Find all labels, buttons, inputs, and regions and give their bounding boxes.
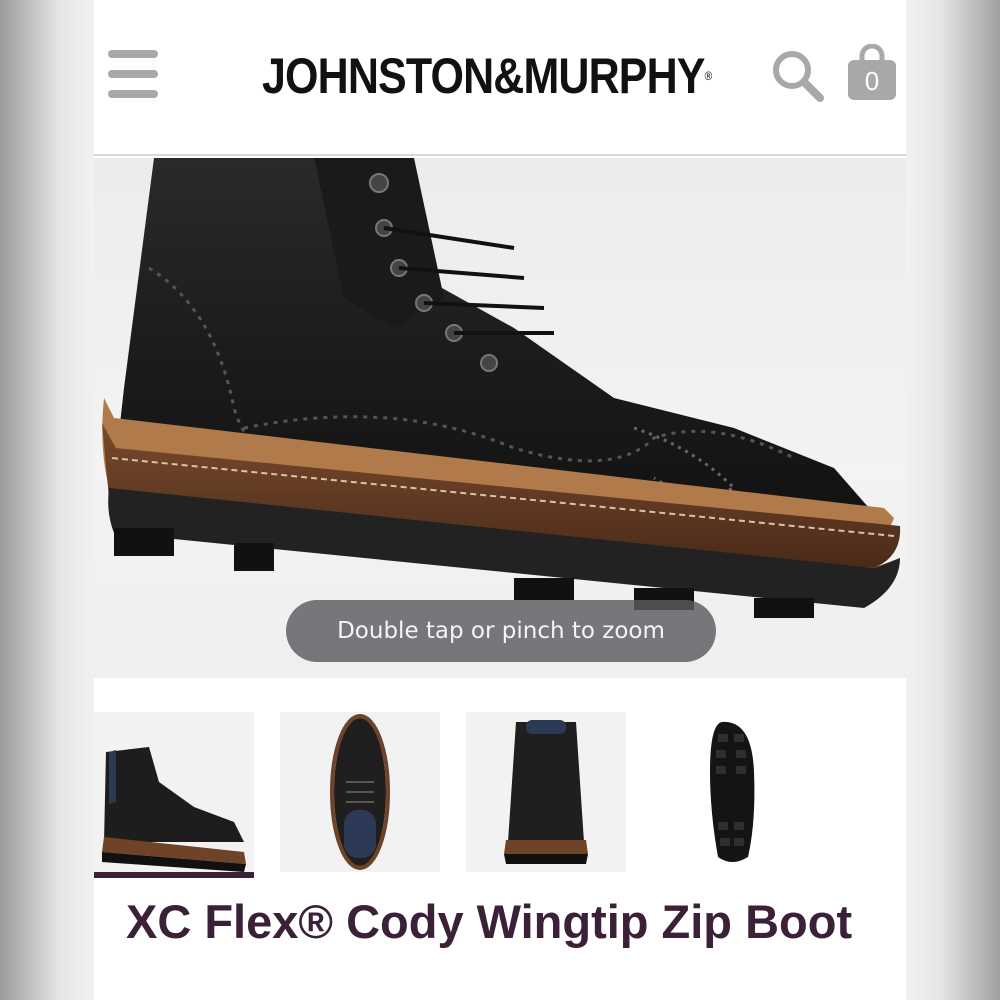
menu-bar-bottom — [108, 90, 158, 98]
thumbnail-top-view[interactable] — [280, 712, 440, 872]
brand-name: JOHNSTON&MURPHY — [262, 48, 705, 104]
product-page: JOHNSTON&MURPHY® 0 Double tap or pinch t… — [94, 0, 906, 1000]
menu-bar-top — [108, 50, 158, 58]
site-header: JOHNSTON&MURPHY® 0 — [94, 0, 906, 156]
boot-side-thumb-image — [102, 747, 246, 872]
registered-mark: ® — [704, 69, 713, 83]
boot-top-thumb-image — [330, 714, 390, 870]
boot-back-thumb-image — [504, 720, 588, 864]
thumbnail-back-view[interactable] — [466, 712, 626, 872]
brand-logo[interactable]: JOHNSTON&MURPHY® — [262, 46, 713, 106]
search-icon[interactable] — [770, 48, 826, 104]
thumbnail-sole-view[interactable] — [652, 712, 812, 872]
hamburger-menu-icon[interactable] — [108, 50, 158, 98]
thumbnail-side-view[interactable] — [94, 712, 254, 878]
product-title: XC Flex® Cody Wingtip Zip Boot — [126, 895, 853, 948]
zoom-hint-toast: Double tap or pinch to zoom — [286, 600, 716, 662]
boot-sole-thumb-image — [710, 721, 755, 862]
shopping-bag-icon[interactable]: 0 — [846, 43, 898, 104]
product-hero-image[interactable]: Double tap or pinch to zoom — [94, 158, 906, 678]
thumbnail-gallery — [94, 712, 906, 880]
menu-bar-middle — [108, 70, 158, 78]
